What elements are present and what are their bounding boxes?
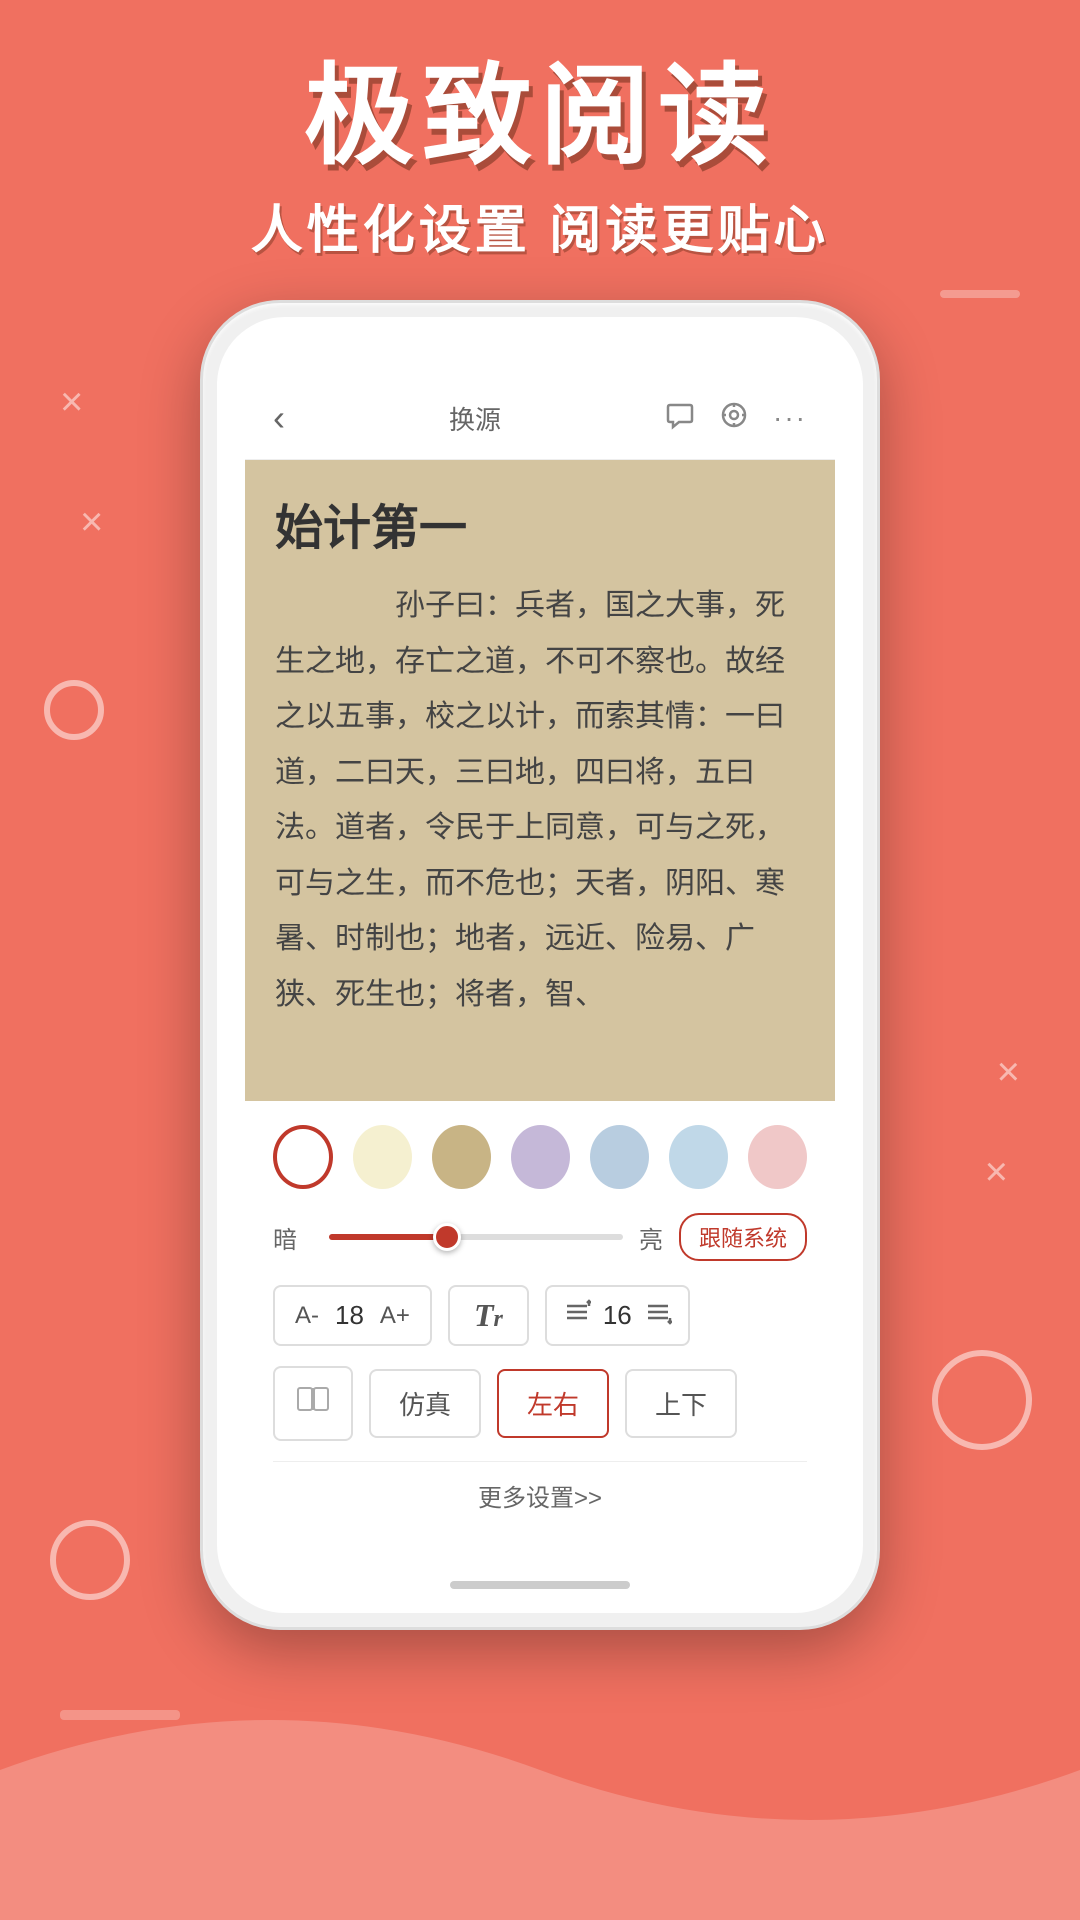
book-flip-icon[interactable] (273, 1366, 353, 1441)
source-title[interactable]: 换源 (449, 400, 501, 437)
line-spacing-control[interactable]: 16 (545, 1285, 690, 1346)
swatch-lavender[interactable] (511, 1125, 570, 1189)
slider-fill (329, 1234, 447, 1240)
top-bar-icons: ··· (665, 400, 807, 437)
deco-cross-2: × (80, 500, 103, 545)
back-button[interactable]: ‹ (273, 397, 285, 439)
page-turn-shangxia[interactable]: 上下 (625, 1369, 737, 1438)
font-decrease-btn[interactable]: A- (295, 1302, 319, 1330)
phone-mockup: ‹ 换源 (200, 300, 880, 1630)
dark-label: 暗 (273, 1220, 313, 1255)
line-spacing-value: 16 (603, 1300, 632, 1331)
deco-cross-4: × (985, 1150, 1008, 1195)
main-title: 极致阅读 (304, 57, 776, 178)
reading-content: 孙子曰：兵者，国之大事，死生之地，存亡之道，不可不察也。故经之以五事，校之以计，… (275, 578, 805, 1022)
phone-inner: ‹ 换源 (217, 317, 863, 1613)
header-area: 极致阅读 人性化设置 阅读更贴心 (0, 0, 1080, 320)
light-label: 亮 (639, 1220, 663, 1255)
font-size-control[interactable]: A- 18 A+ (273, 1285, 432, 1346)
font-style-icon: Tr (474, 1297, 503, 1334)
swatch-blush[interactable] (748, 1125, 807, 1189)
chapter-title: 始计第一 (275, 488, 805, 558)
reading-area[interactable]: 始计第一 孙子曰：兵者，国之大事，死生之地，存亡之道，不可不察也。故经之以五事，… (245, 460, 835, 1101)
font-size-value: 18 (335, 1300, 364, 1331)
more-settings[interactable]: 更多设置>> (273, 1461, 807, 1529)
sub-title: 人性化设置 阅读更贴心 (251, 188, 829, 263)
swatch-tan[interactable] (432, 1125, 491, 1189)
page-turn-zuoyou[interactable]: 左右 (497, 1369, 609, 1438)
phone-home-bar (450, 1581, 630, 1589)
swatch-sky[interactable] (669, 1125, 728, 1189)
top-bar: ‹ 换源 (245, 377, 835, 460)
color-swatches (273, 1125, 807, 1189)
bg-wave (0, 1620, 1080, 1920)
brightness-slider[interactable] (329, 1234, 623, 1240)
deco-cross-3: × (997, 1050, 1020, 1095)
deco-circle-1 (44, 680, 104, 740)
brightness-row: 暗 亮 跟随系统 (273, 1213, 807, 1261)
deco-circle-2 (50, 1520, 130, 1600)
font-increase-btn[interactable]: A+ (380, 1302, 410, 1330)
deco-cross-1: × (60, 380, 83, 425)
audio-icon[interactable] (719, 400, 749, 437)
swatch-cream[interactable] (353, 1125, 412, 1189)
font-row: A- 18 A+ Tr (273, 1285, 807, 1346)
page-turn-row: 仿真 左右 上下 (273, 1366, 807, 1441)
chat-icon[interactable] (665, 400, 695, 437)
follow-system-button[interactable]: 跟随系统 (679, 1213, 807, 1261)
font-style-control[interactable]: Tr (448, 1285, 529, 1346)
page-turn-fanzhen[interactable]: 仿真 (369, 1369, 481, 1438)
line-spacing-down-icon (644, 1298, 672, 1333)
settings-panel: 暗 亮 跟随系统 A- 18 A+ Tr (245, 1101, 835, 1553)
more-icon[interactable]: ··· (773, 402, 807, 434)
line-spacing-up-icon (563, 1298, 591, 1333)
slider-thumb[interactable] (433, 1223, 461, 1251)
phone-screen: ‹ 换源 (245, 377, 835, 1553)
deco-circle-3 (932, 1350, 1032, 1450)
swatch-lightblue[interactable] (590, 1125, 649, 1189)
swatch-white[interactable] (273, 1125, 333, 1189)
